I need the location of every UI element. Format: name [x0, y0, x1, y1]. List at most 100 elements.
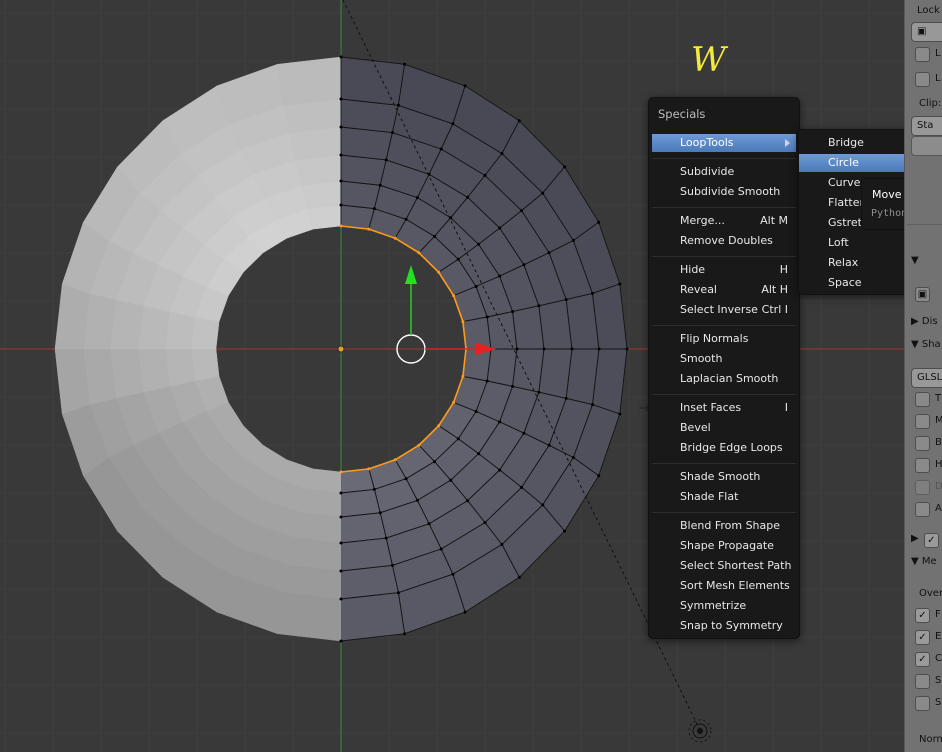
menu-item-shape-propagate[interactable]: Shape Propagate [652, 537, 796, 555]
menu-item-subdivide-smooth[interactable]: Subdivide Smooth [652, 183, 796, 201]
panel-divider [907, 224, 942, 225]
menu-item-label: Subdivide Smooth [680, 185, 781, 198]
shading-checkbox-1[interactable] [915, 414, 930, 429]
menu-item-label: Select Inverse [680, 303, 758, 316]
menu-item-label: Subdivide [680, 165, 735, 178]
lock-checkbox-label-1: L [935, 48, 941, 59]
lock-checkbox-1[interactable] [915, 47, 930, 62]
menu-item-label: Shape Propagate [680, 539, 774, 552]
menu-item-flip-normals[interactable]: Flip Normals [652, 330, 796, 348]
menu-item-snap-to-symmetry[interactable]: Snap to Symmetry [652, 617, 796, 635]
menu-item-smooth[interactable]: Smooth [652, 350, 796, 368]
shading-section-header[interactable]: ▼ Sha [911, 339, 941, 350]
menu-separator [652, 256, 796, 257]
shading-checkbox-label-0: T [935, 393, 942, 404]
menu-item-shortcut: Ctrl I [761, 303, 788, 316]
panel-icon-row[interactable]: ▣ [915, 287, 930, 302]
menu-separator [652, 325, 796, 326]
menu-item-shortcut: Alt M [760, 214, 788, 227]
manipulator-y-arrow [405, 265, 417, 284]
overlay-checkbox-2[interactable]: ✓ [915, 652, 930, 667]
lock-checkbox-label-2: L [935, 73, 941, 84]
clip-label: Clip: [919, 98, 942, 109]
menu-item-bridge-edge-loops[interactable]: Bridge Edge Loops [652, 439, 796, 457]
overlay-checkbox-label-3: S [935, 675, 942, 686]
menu-item-shortcut: I [784, 401, 788, 414]
menu-item-blend-from-shape[interactable]: Blend From Shape [652, 517, 796, 535]
menu-item-select-shortest-path[interactable]: Select Shortest Path [652, 557, 796, 575]
menu-separator [652, 158, 796, 159]
lock-object-field[interactable]: ▣ [911, 22, 942, 42]
collapsed-section-header[interactable]: ▶ ✓ [911, 531, 939, 548]
shading-checkbox-3[interactable] [915, 458, 930, 473]
mesh-display-section-header[interactable]: ▼ Me [911, 556, 937, 567]
lock-label: Lock [917, 5, 940, 16]
menu-item-shade-flat[interactable]: Shade Flat [652, 488, 796, 506]
specials-menu[interactable]: Specials LoopTools Subdivide Subdivide Smo… [648, 97, 800, 639]
panel-section-collapsed[interactable]: ▼ [911, 255, 919, 266]
overlay-checkbox-1[interactable]: ✓ [915, 630, 930, 645]
lock-checkbox-2[interactable] [915, 72, 930, 87]
overlay-checkbox-3[interactable] [915, 674, 930, 689]
menu-item-select-inverse[interactable]: Select Inverse Ctrl I [652, 301, 796, 319]
looptools-item-label: Loft [828, 236, 849, 249]
menu-item-shortcut: H [779, 263, 788, 276]
menu-item-merge[interactable]: Merge... Alt M [652, 212, 796, 230]
menu-item-shade-smooth[interactable]: Shade Smooth [652, 468, 796, 486]
shading-checkbox-label-4: D [935, 481, 942, 492]
menu-item-label: Select Shortest Path [680, 559, 792, 572]
menu-item-label: Remove Doubles [680, 234, 773, 247]
shading-checkbox-4[interactable] [915, 480, 930, 495]
overlay-checkbox-4[interactable] [915, 696, 930, 711]
menu-item-label: LoopTools [680, 136, 734, 149]
overlays-label: Over [919, 588, 942, 599]
menu-separator [652, 512, 796, 513]
normals-label: Norm [919, 734, 942, 745]
cube-icon: ▣ [917, 26, 927, 37]
menu-separator [652, 394, 796, 395]
menu-item-remove-doubles[interactable]: Remove Doubles [652, 232, 796, 250]
shading-checkbox-label-1: M [935, 415, 942, 426]
menu-item-label: Symmetrize [680, 599, 747, 612]
menu-item-reveal[interactable]: Reveal Alt H [652, 281, 796, 299]
shading-checkbox-label-5: A [935, 503, 942, 514]
properties-panel[interactable]: Lock ▣ L L Clip: Sta ▼ ▣ ▶ Dis ▼ Sha GLS… [904, 0, 942, 752]
looptools-item-label: Relax [828, 256, 859, 269]
overlay-checkbox-label-0: F [935, 609, 941, 620]
display-section-header[interactable]: ▶ Dis [911, 316, 938, 327]
menu-item-label: Smooth [680, 352, 723, 365]
overlay-checkbox-0[interactable]: ✓ [915, 608, 930, 623]
menu-item-bevel[interactable]: Bevel [652, 419, 796, 437]
menu-item-label: Blend From Shape [680, 519, 781, 532]
looptools-item-label: Circle [828, 156, 859, 169]
menu-item-label: Snap to Symmetry [680, 619, 783, 632]
menu-item-inset-faces[interactable]: Inset Faces I [652, 399, 796, 417]
shortcut-key-annotation: W [691, 40, 726, 80]
clip-end-field[interactable] [911, 136, 942, 156]
menu-item-hide[interactable]: Hide H [652, 261, 796, 279]
submenu-arrow-icon [785, 139, 790, 147]
lamp-icon[interactable] [688, 719, 712, 743]
menu-item-sort-mesh-elements[interactable]: Sort Mesh Elements [652, 577, 796, 595]
shading-checkbox-0[interactable] [915, 392, 930, 407]
section-enable-checkbox[interactable]: ✓ [923, 533, 939, 548]
clip-start-field[interactable]: Sta [911, 116, 942, 136]
overlay-checkbox-label-4: S [935, 697, 942, 708]
shading-checkbox-5[interactable] [915, 502, 930, 517]
display-section-label: Dis [921, 316, 938, 327]
looptools-item-label: Curve [828, 176, 861, 189]
menu-item-label: Reveal [680, 283, 717, 296]
shading-mode-dropdown[interactable]: GLSL [911, 368, 942, 388]
menu-separator [652, 207, 796, 208]
shading-checkbox-2[interactable] [915, 436, 930, 451]
mesh-display-label: Me [921, 556, 937, 567]
menu-item-symmetrize[interactable]: Symmetrize [652, 597, 796, 615]
menu-item-looptools[interactable]: LoopTools [652, 134, 796, 152]
menu-item-label: Hide [680, 263, 706, 276]
shading-section-label: Sha [921, 339, 941, 350]
menu-item-label: Laplacian Smooth [680, 372, 779, 385]
object-origin [337, 345, 345, 353]
menu-item-subdivide[interactable]: Subdivide [652, 163, 796, 181]
menu-item-label: Bridge Edge Loops [680, 441, 783, 454]
menu-item-laplacian-smooth[interactable]: Laplacian Smooth [652, 370, 796, 388]
